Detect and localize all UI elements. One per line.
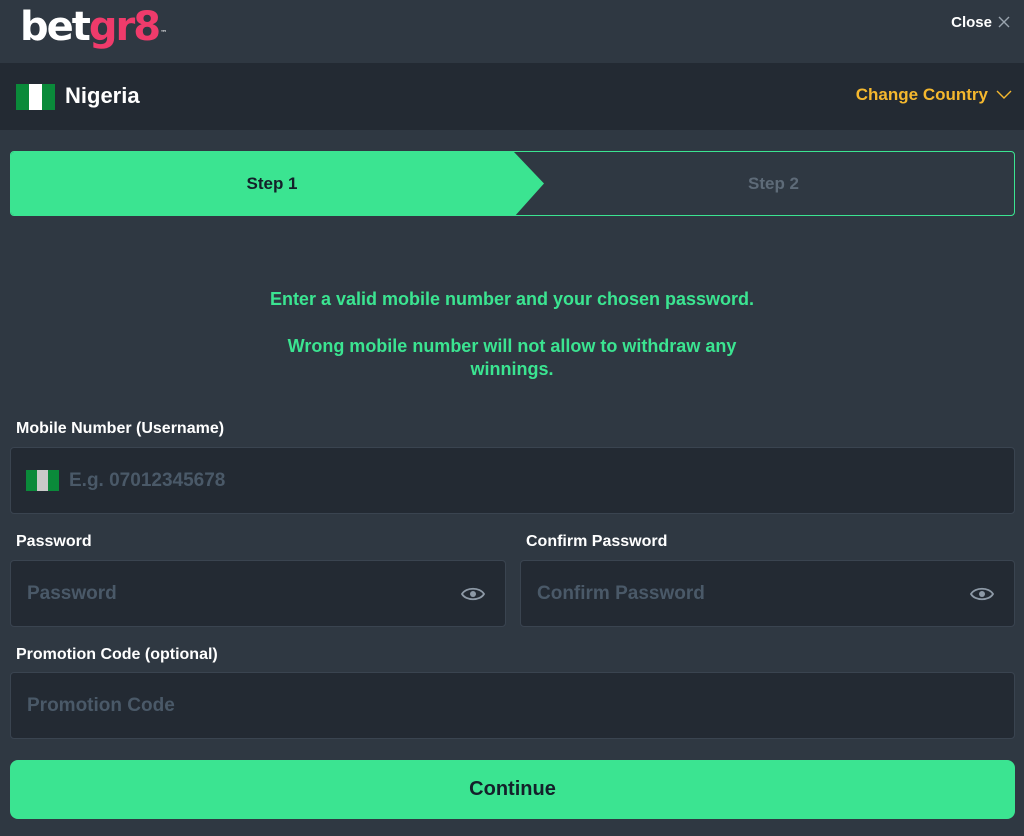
promotion-code-input[interactable] bbox=[27, 673, 997, 738]
change-country-label: Change Country bbox=[855, 85, 988, 104]
betgr8-logo: betgr8 ™ bbox=[20, 4, 167, 50]
confirm-password-input[interactable] bbox=[537, 561, 957, 626]
mobile-number-label: Mobile Number (Username) bbox=[16, 420, 225, 437]
mobile-number-input[interactable] bbox=[69, 448, 999, 513]
close-label: Close bbox=[951, 13, 992, 31]
info-text-primary: Enter a valid mobile number and your cho… bbox=[269, 289, 755, 309]
logo-trademark: ™ bbox=[160, 29, 168, 37]
continue-button[interactable]: Continue bbox=[10, 760, 1015, 819]
step-1: Step 1 bbox=[246, 174, 298, 193]
nigeria-flag-icon bbox=[26, 470, 59, 491]
promotion-code-label: Promotion Code (optional) bbox=[16, 646, 218, 663]
confirm-password-label: Confirm Password bbox=[526, 533, 668, 550]
step-2: Step 2 bbox=[747, 174, 800, 193]
step-indicator: Step 1 Step 2 bbox=[10, 151, 1015, 216]
top-bar: betgr8 ™ Close bbox=[0, 0, 1024, 63]
country-bar: Nigeria Change Country bbox=[0, 63, 1024, 130]
change-country-button[interactable]: Change Country bbox=[856, 85, 1012, 105]
mobile-number-field bbox=[10, 447, 1015, 514]
close-icon bbox=[998, 16, 1010, 28]
eye-icon[interactable] bbox=[970, 585, 994, 603]
confirm-password-field bbox=[520, 560, 1015, 627]
promotion-code-field bbox=[10, 672, 1015, 739]
info-text-warning: Wrong mobile number will not allow to wi… bbox=[287, 336, 737, 379]
country-name: Nigeria bbox=[65, 83, 140, 108]
password-input[interactable] bbox=[27, 561, 447, 626]
eye-icon[interactable] bbox=[461, 585, 485, 603]
logo-gr8-text: gr8 bbox=[88, 4, 161, 50]
password-field bbox=[10, 560, 506, 627]
chevron-down-icon bbox=[996, 90, 1012, 99]
nigeria-flag-icon bbox=[16, 84, 55, 110]
logo-bet-text: bet bbox=[20, 4, 91, 50]
close-button[interactable]: Close bbox=[951, 12, 1010, 32]
password-label: Password bbox=[16, 533, 92, 550]
